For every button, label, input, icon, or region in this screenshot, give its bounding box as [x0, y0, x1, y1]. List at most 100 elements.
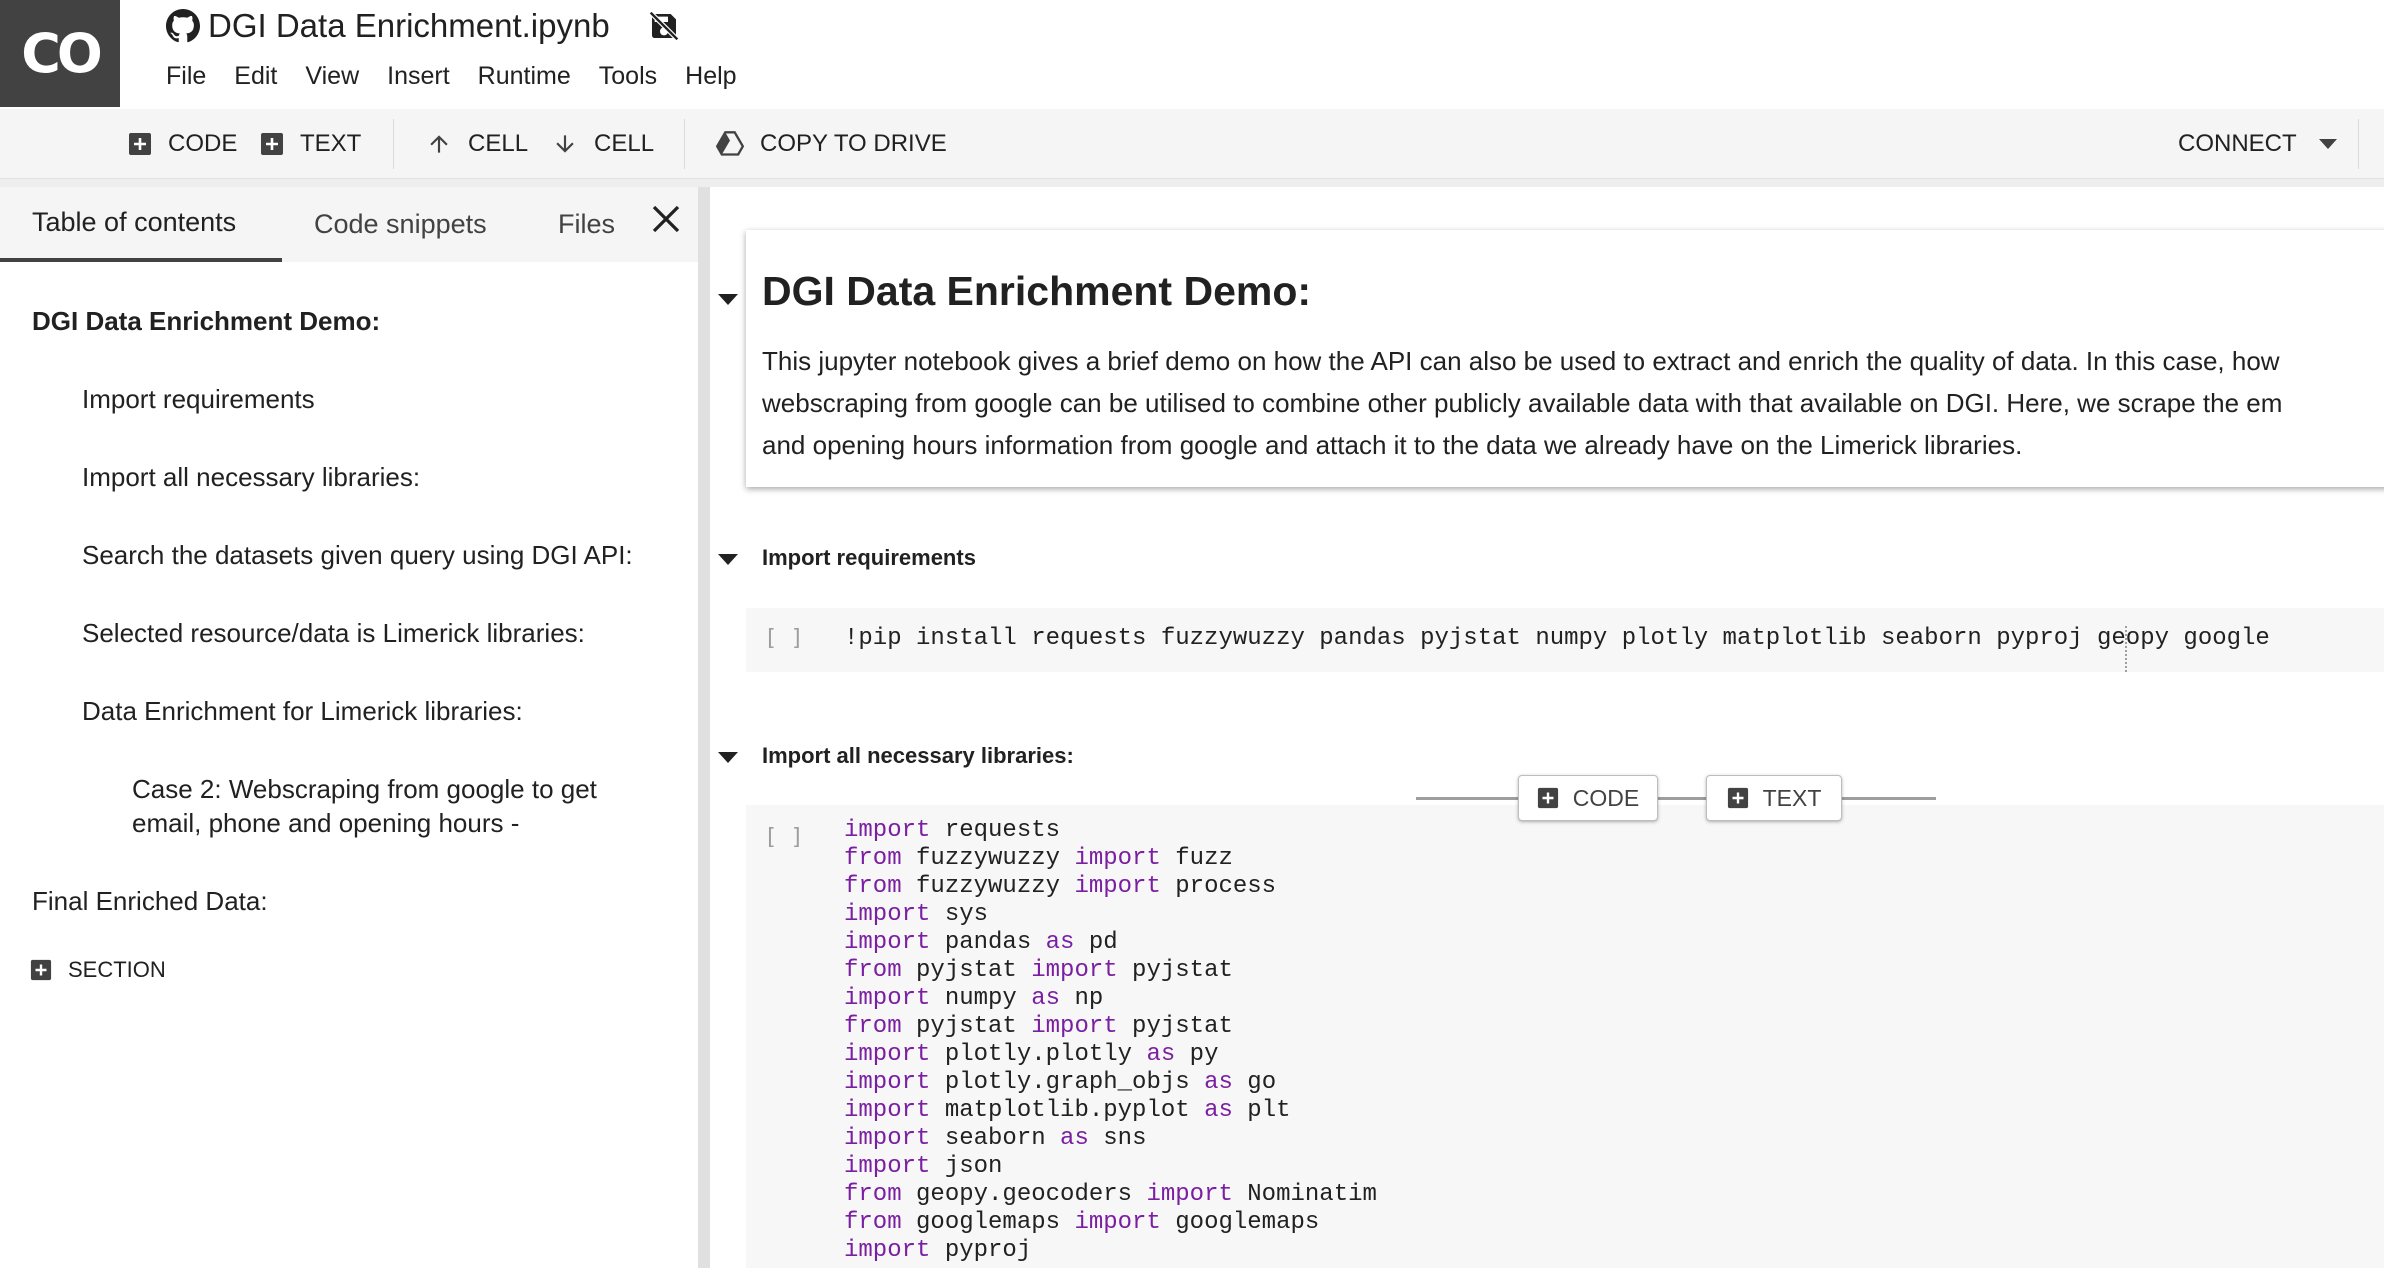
insert-text-cell-button[interactable]: TEXT — [1706, 775, 1842, 821]
code-token: py — [1175, 1041, 1219, 1068]
code-keyword: import — [844, 1097, 931, 1124]
menu-help[interactable]: Help — [685, 62, 736, 91]
add-text-label: TEXT — [300, 130, 362, 157]
code-token: fuzzywuzzy — [901, 845, 1075, 872]
github-icon — [166, 9, 200, 43]
code-keyword: import — [1146, 1181, 1233, 1208]
add-text-button[interactable]: TEXT — [260, 109, 361, 179]
code-line: import json — [844, 1153, 1377, 1181]
menu-file[interactable]: File — [166, 62, 206, 91]
toolbar: CODE TEXT CELL CELL COPY TO DRIVE CONNEC… — [0, 109, 2384, 179]
menu-view[interactable]: View — [305, 62, 359, 91]
code-cell-imports[interactable]: [ ] import requests from fuzzywuzzy impor… — [746, 805, 2384, 1268]
tab-files[interactable]: Files — [558, 187, 615, 262]
move-cell-down-button[interactable]: CELL — [552, 109, 654, 179]
code-token: plt — [1232, 1097, 1291, 1124]
toc-item[interactable]: Case 2: Webscraping from google to get — [132, 772, 597, 806]
code-keyword: import — [1031, 1013, 1118, 1040]
side-panel-tabs: Table of contents Code snippets Files — [0, 187, 698, 262]
code-block: import requests from fuzzywuzzy import fu… — [844, 817, 1377, 1265]
caret-down-icon[interactable] — [2318, 139, 2337, 149]
insert-code-label: CODE — [1572, 784, 1640, 811]
code-line: import numpy as np — [844, 985, 1377, 1013]
code-keyword: import — [1074, 873, 1161, 900]
colab-logo[interactable]: CO — [0, 0, 120, 107]
section-heading[interactable]: Import requirements — [762, 545, 976, 571]
code-keyword: as — [1204, 1069, 1233, 1096]
toc-item[interactable]: DGI Data Enrichment Demo: — [32, 304, 380, 338]
code-keyword: import — [844, 1125, 931, 1152]
section-heading[interactable]: Import all necessary libraries: — [762, 743, 1074, 769]
toc-item[interactable]: Selected resource/data is Limerick libra… — [82, 616, 585, 650]
plus-box-icon — [1537, 787, 1559, 809]
code-keyword: import — [844, 1041, 931, 1068]
code-line: import seaborn as sns — [844, 1125, 1377, 1153]
code-keyword: from — [844, 957, 902, 984]
copy-to-drive-button[interactable]: COPY TO DRIVE — [716, 109, 947, 179]
close-icon[interactable] — [648, 201, 684, 237]
add-code-button[interactable]: CODE — [128, 109, 237, 179]
collapse-section-icon[interactable] — [718, 554, 738, 565]
markdown-heading: DGI Data Enrichment Demo: — [762, 268, 1312, 314]
code-token: googlemaps — [1160, 1209, 1320, 1236]
code-token: pandas — [930, 929, 1046, 956]
code-keyword: as — [1031, 985, 1061, 1012]
menu-runtime[interactable]: Runtime — [478, 62, 571, 91]
code-keyword: from — [844, 1209, 902, 1236]
code-keyword: import — [844, 1237, 931, 1264]
run-cell-button[interactable]: [ ] — [764, 825, 804, 850]
code-keyword: import — [1031, 957, 1118, 984]
logo-text: CO — [21, 22, 103, 85]
code-keyword: import — [844, 985, 931, 1012]
code-line: import pyproj — [844, 1237, 1377, 1265]
menu-edit[interactable]: Edit — [234, 62, 277, 91]
drive-icon — [716, 131, 744, 157]
collapse-section-icon[interactable] — [718, 752, 738, 763]
move-cell-up-button[interactable]: CELL — [426, 109, 528, 179]
tab-code-snippets[interactable]: Code snippets — [314, 187, 487, 262]
toc-item[interactable]: Final Enriched Data: — [32, 884, 268, 918]
tab-label: Files — [558, 209, 616, 239]
insert-code-cell-button[interactable]: CODE — [1518, 775, 1658, 821]
copy-to-drive-label: COPY TO DRIVE — [760, 130, 947, 157]
menu-insert[interactable]: Insert — [387, 62, 450, 91]
add-section-button[interactable]: SECTION — [30, 957, 166, 983]
notebook-title[interactable]: DGI Data Enrichment.ipynb — [208, 7, 610, 45]
arrow-up-icon — [426, 131, 452, 157]
code-keyword: import — [844, 901, 931, 928]
code-token: fuzzywuzzy — [901, 873, 1075, 900]
code-token: requests — [930, 817, 1061, 844]
toc-item[interactable]: email, phone and opening hours - — [132, 806, 519, 840]
menu-tools[interactable]: Tools — [599, 62, 657, 91]
markdown-text-line: webscraping from google can be utilised … — [762, 388, 2283, 418]
panel-resize-handle[interactable] — [698, 187, 710, 1268]
toc-item[interactable]: Import all necessary libraries: — [82, 460, 420, 494]
code-keyword: import — [844, 1069, 931, 1096]
title-row: DGI Data Enrichment.ipynb — [166, 6, 680, 46]
code-line: from pyjstat import pyjstat — [844, 957, 1377, 985]
markdown-text-line: This jupyter notebook gives a brief demo… — [762, 346, 2280, 376]
tab-table-of-contents[interactable]: Table of contents — [0, 187, 282, 262]
code-keyword: from — [844, 873, 902, 900]
code-token: sys — [930, 901, 989, 928]
collapse-section-icon[interactable] — [718, 294, 738, 305]
markdown-text-line: and opening hours information from googl… — [762, 430, 2023, 460]
run-cell-button[interactable]: [ ] — [764, 626, 804, 651]
no-save-icon[interactable] — [648, 9, 680, 43]
code-token: json — [930, 1153, 1003, 1180]
connect-label: CONNECT — [2178, 130, 2297, 157]
code-keyword: import — [844, 817, 931, 844]
code-token: seaborn — [930, 1125, 1061, 1152]
toolbar-divider — [2358, 119, 2359, 169]
toc-item[interactable]: Import requirements — [82, 382, 315, 416]
code-keyword: import — [1074, 845, 1161, 872]
toc-item[interactable]: Search the datasets given query using DG… — [82, 538, 633, 572]
code-token: pyjstat — [1117, 1013, 1233, 1040]
code-token: matplotlib.pyplot — [930, 1097, 1205, 1124]
app-header: CO DGI Data Enrichment.ipynb File Edit V… — [0, 0, 2384, 109]
code-cell-pip[interactable]: [ ] !pip install requests fuzzywuzzy pan… — [746, 608, 2384, 672]
toc-item[interactable]: Data Enrichment for Limerick libraries: — [82, 694, 523, 728]
connect-button[interactable]: CONNECT — [2178, 109, 2337, 179]
markdown-cell[interactable]: DGI Data Enrichment Demo: This jupyter n… — [746, 230, 2384, 487]
code-token: process — [1160, 873, 1277, 900]
